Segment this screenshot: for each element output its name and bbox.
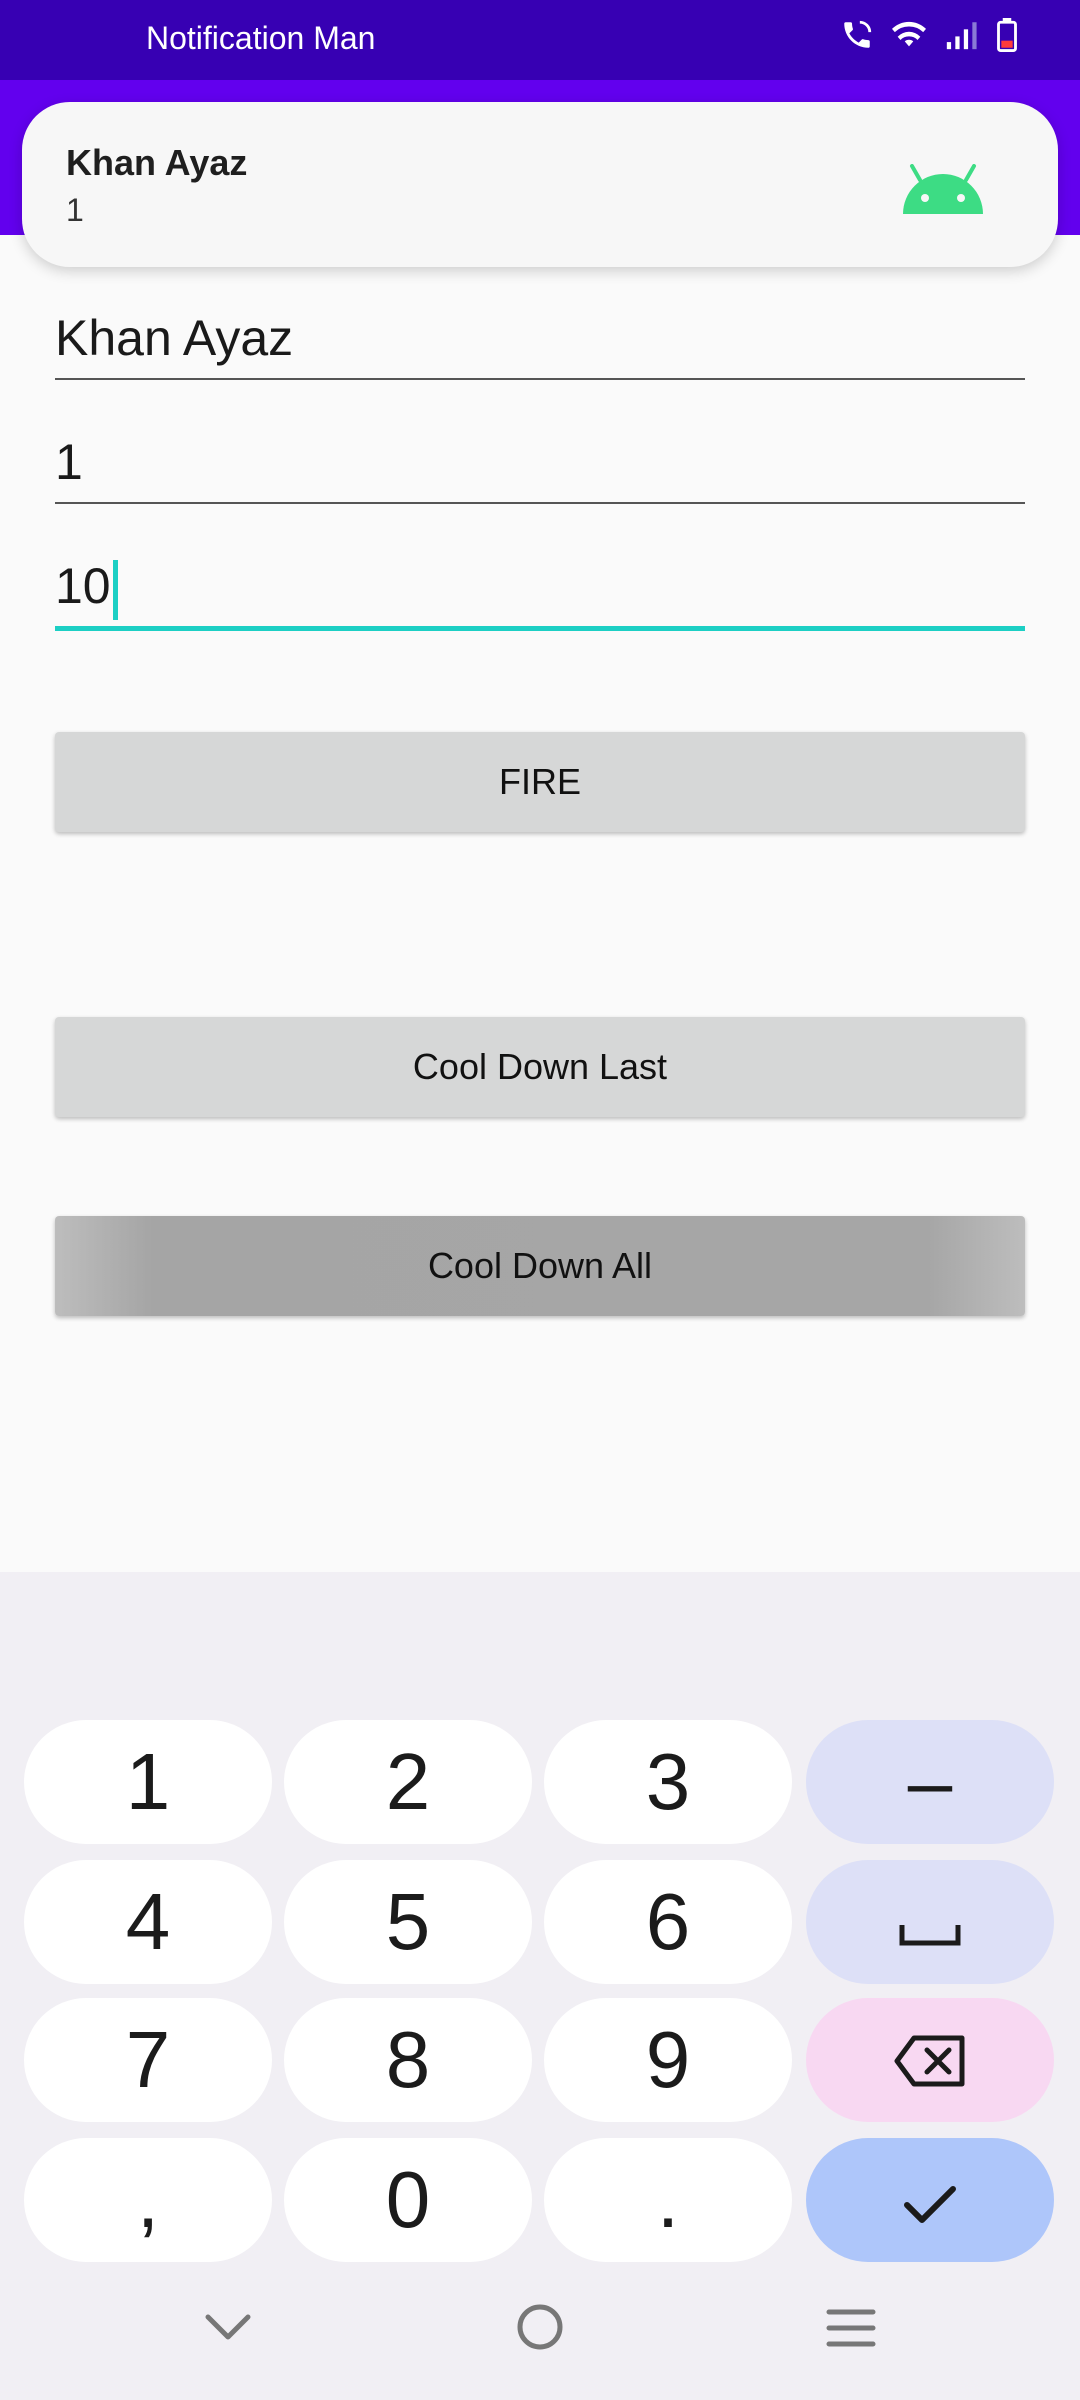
id-field-value: 1 <box>55 434 83 490</box>
cool-down-all-button[interactable]: Cool Down All <box>55 1216 1025 1316</box>
count-field-value: 10 <box>55 558 111 614</box>
notification-title: Khan Ayaz <box>66 142 248 183</box>
key-8[interactable]: 8 <box>284 1998 532 2122</box>
wifi-call-icon <box>840 18 874 57</box>
recents-menu-icon[interactable] <box>826 2308 876 2353</box>
name-field-value: Khan Ayaz <box>55 310 294 366</box>
key-4[interactable]: 4 <box>24 1860 272 1984</box>
hide-keyboard-icon[interactable] <box>204 2312 252 2347</box>
key-backspace[interactable] <box>806 1998 1054 2122</box>
count-field[interactable]: 10 <box>55 546 1025 631</box>
backspace-icon <box>894 2014 966 2106</box>
key-period[interactable]: . <box>544 2138 792 2262</box>
name-field[interactable]: Khan Ayaz <box>55 298 1025 380</box>
checkmark-icon <box>902 2154 958 2246</box>
cool-down-last-button[interactable]: Cool Down Last <box>55 1017 1025 1117</box>
key-9[interactable]: 9 <box>544 1998 792 2122</box>
key-done[interactable] <box>806 2138 1054 2262</box>
signal-icon <box>944 18 978 57</box>
home-icon[interactable] <box>515 2302 565 2357</box>
status-bar-title: Notification Man <box>146 20 376 56</box>
key-minus[interactable]: – <box>806 1720 1054 1844</box>
key-0[interactable]: 0 <box>284 2138 532 2262</box>
key-6[interactable]: 6 <box>544 1860 792 1984</box>
fire-button[interactable]: FIRE <box>55 732 1025 832</box>
notification-text: 1 <box>66 192 84 228</box>
key-5[interactable]: 5 <box>284 1860 532 1984</box>
heads-up-notification[interactable]: Khan Ayaz 1 <box>22 102 1058 267</box>
key-2[interactable]: 2 <box>284 1720 532 1844</box>
status-icons <box>840 18 1018 57</box>
key-1[interactable]: 1 <box>24 1720 272 1844</box>
text-cursor <box>112 559 118 620</box>
space-icon <box>898 1876 962 1968</box>
key-3[interactable]: 3 <box>544 1720 792 1844</box>
battery-icon <box>996 18 1018 57</box>
status-bar: Notification Man <box>0 0 1080 80</box>
numeric-keyboard: 1 2 3 – 4 5 6 7 8 9 , 0 . <box>0 1572 1080 2400</box>
android-icon <box>898 164 988 221</box>
key-7[interactable]: 7 <box>24 1998 272 2122</box>
key-comma[interactable]: , <box>24 2138 272 2262</box>
id-field[interactable]: 1 <box>55 422 1025 504</box>
wifi-icon <box>892 18 926 57</box>
key-space[interactable] <box>806 1860 1054 1984</box>
